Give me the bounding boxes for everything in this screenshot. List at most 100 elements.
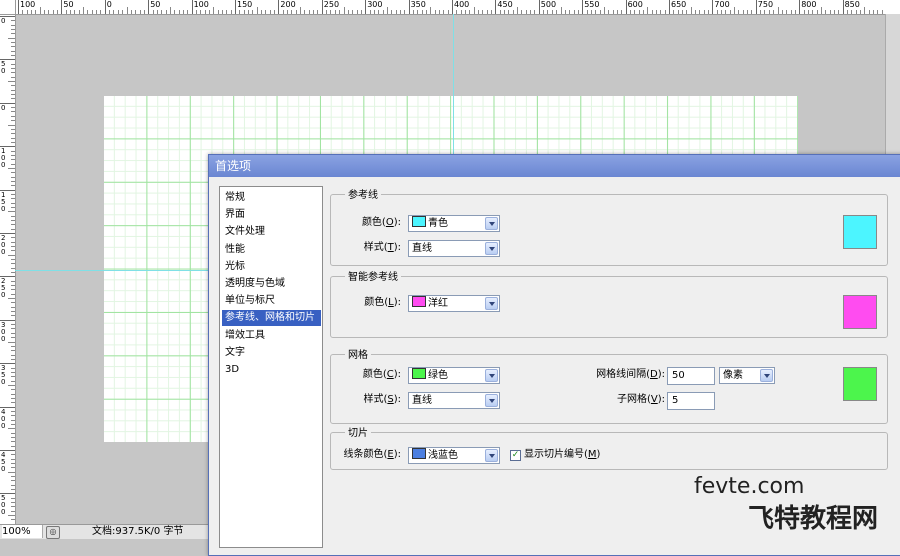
nav-item[interactable]: 3D [222, 362, 321, 378]
smart-guides-color-value: 洋红 [428, 298, 448, 309]
horizontal-ruler[interactable]: 100 50 0 50 100 150 200 250 300 350 400 450 500 550 60… [0, 0, 900, 15]
nav-item[interactable]: 参考线、网格和切片 [222, 310, 321, 327]
ruler-minor-tick [11, 107, 15, 109]
smart-guides-color-select[interactable]: 洋红 [408, 295, 500, 312]
ruler-minor-tick [261, 10, 263, 14]
status-menu-icon[interactable]: ◎ [46, 526, 60, 539]
nav-item[interactable]: 性能 [222, 242, 321, 258]
grid-unit-select[interactable]: 像素 [719, 367, 775, 384]
ruler-tick-label: 550 [584, 0, 600, 9]
chevron-down-icon[interactable] [485, 297, 498, 310]
ruler-minor-tick [11, 371, 15, 373]
guides-color-select[interactable]: 青色 [408, 215, 500, 232]
ruler-origin[interactable] [0, 0, 16, 15]
ruler-minor-tick [11, 510, 15, 512]
ruler-minor-tick [812, 10, 814, 14]
ruler-minor-tick [161, 10, 163, 14]
chevron-down-icon[interactable] [485, 217, 498, 230]
ruler-minor-tick [864, 7, 866, 14]
ruler-minor-tick [204, 10, 206, 14]
ruler-minor-tick [11, 133, 15, 135]
ruler-major-tick [712, 0, 714, 14]
nav-item[interactable]: 文件处理 [222, 224, 321, 240]
ruler-minor-tick [195, 10, 197, 14]
ruler-minor-tick [768, 10, 770, 14]
dialog-title[interactable]: 首选项 [209, 155, 900, 177]
ruler-minor-tick [608, 10, 610, 14]
ruler-minor-tick [11, 137, 15, 139]
guides-style-select[interactable]: 直线 [408, 240, 500, 257]
ruler-minor-tick [11, 380, 15, 382]
ruler-minor-tick [846, 10, 848, 14]
ruler-minor-tick [265, 10, 267, 14]
nav-item[interactable]: 常规 [222, 190, 321, 206]
ruler-minor-tick [378, 10, 380, 14]
ruler-minor-tick [438, 10, 440, 14]
ruler-minor-tick [447, 10, 449, 14]
ruler-minor-tick [395, 10, 397, 14]
guides-color-label: 颜色(O): [361, 217, 401, 228]
grid-style-select[interactable]: 直线 [408, 392, 500, 409]
chevron-down-icon[interactable] [760, 369, 773, 382]
ruler-minor-tick [143, 10, 145, 14]
grid-color-preview[interactable] [843, 367, 877, 401]
nav-item[interactable]: 透明度与色域 [222, 276, 321, 292]
smart-guides-color-preview[interactable] [843, 295, 877, 329]
guides-color-preview[interactable] [843, 215, 877, 249]
ruler-minor-tick [599, 10, 601, 14]
ruler-minor-tick [868, 10, 870, 14]
grid-group-title: 网格 [345, 346, 371, 361]
grid-spacing-input[interactable]: 50 [667, 367, 715, 385]
guides-group-title: 参考线 [345, 186, 381, 201]
ruler-minor-tick [113, 10, 115, 14]
ruler-minor-tick [213, 7, 215, 14]
nav-item[interactable]: 文字 [222, 345, 321, 361]
grid-color-label: 颜色(C): [362, 369, 401, 380]
ruler-minor-tick [11, 350, 15, 352]
slices-group-title: 切片 [345, 424, 371, 439]
ruler-minor-tick [855, 10, 857, 14]
ruler-minor-tick [11, 89, 15, 91]
ruler-minor-tick [11, 502, 15, 504]
ruler-minor-tick [534, 10, 536, 14]
ruler-minor-tick [729, 10, 731, 14]
ruler-minor-tick [11, 115, 15, 117]
show-slice-numbers-checkbox[interactable]: ✓ [510, 450, 521, 461]
ruler-minor-tick [87, 10, 89, 14]
ruler-minor-tick [11, 20, 15, 22]
ruler-minor-tick [11, 419, 15, 421]
zoom-level-field[interactable]: 100% [2, 525, 43, 538]
ruler-minor-tick [373, 10, 375, 14]
guides-style-label: 样式(T): [363, 242, 401, 253]
ruler-minor-tick [287, 10, 289, 14]
ruler-minor-tick [881, 10, 883, 14]
ruler-minor-tick [590, 10, 592, 14]
ruler-minor-tick [11, 263, 15, 265]
ruler-minor-tick [139, 10, 141, 14]
ruler-minor-tick [282, 10, 284, 14]
nav-item[interactable]: 光标 [222, 259, 321, 275]
ruler-minor-tick [642, 10, 644, 14]
vertical-ruler[interactable]: 0 50 0 100 150 200 250 300 350 400 450 500 [0, 14, 16, 524]
ruler-minor-tick [11, 345, 15, 347]
chevron-down-icon[interactable] [485, 394, 498, 407]
show-slice-numbers-label[interactable]: 显示切片编号(M) [524, 446, 600, 464]
slices-line-color-select[interactable]: 浅蓝色 [408, 447, 500, 464]
ruler-minor-tick [8, 211, 15, 213]
ruler-tick-label: 500 [540, 0, 557, 9]
ruler-minor-tick [369, 10, 371, 14]
ruler-minor-tick [456, 10, 458, 14]
nav-item[interactable]: 界面 [222, 207, 321, 223]
nav-item[interactable]: 单位与标尺 [222, 293, 321, 309]
ruler-minor-tick [274, 10, 276, 14]
chevron-down-icon[interactable] [485, 369, 498, 382]
chevron-down-icon[interactable] [485, 242, 498, 255]
grid-color-select[interactable]: 绿色 [408, 367, 500, 384]
nav-item[interactable]: 增效工具 [222, 328, 321, 344]
ruler-minor-tick [11, 198, 15, 200]
ruler-minor-tick [11, 246, 15, 248]
ruler-minor-tick [135, 10, 137, 14]
chevron-down-icon[interactable] [485, 449, 498, 462]
grid-subdivision-input[interactable]: 5 [667, 392, 715, 410]
document-info[interactable]: 文档:937.5K/0 字节 [92, 525, 183, 539]
